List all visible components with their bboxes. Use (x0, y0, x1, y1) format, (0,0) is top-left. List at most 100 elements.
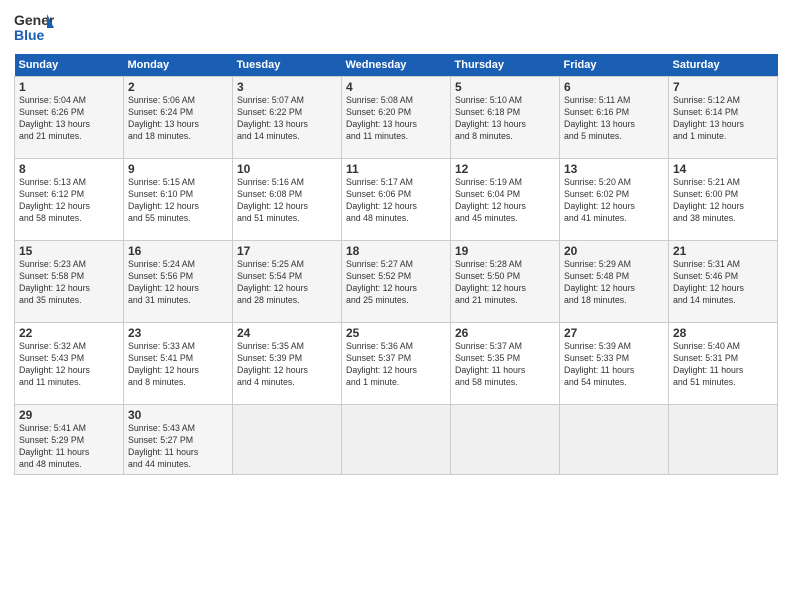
day-info: Sunrise: 5:21 AM Sunset: 6:00 PM Dayligh… (673, 177, 773, 225)
calendar-cell (669, 405, 778, 475)
day-number: 23 (128, 326, 228, 340)
day-info: Sunrise: 5:40 AM Sunset: 5:31 PM Dayligh… (673, 341, 773, 389)
day-number: 2 (128, 80, 228, 94)
calendar-cell (560, 405, 669, 475)
day-number: 25 (346, 326, 446, 340)
day-number: 13 (564, 162, 664, 176)
week-row-0: 1Sunrise: 5:04 AM Sunset: 6:26 PM Daylig… (15, 77, 778, 159)
day-number: 6 (564, 80, 664, 94)
day-info: Sunrise: 5:29 AM Sunset: 5:48 PM Dayligh… (564, 259, 664, 307)
day-number: 27 (564, 326, 664, 340)
calendar-cell: 2Sunrise: 5:06 AM Sunset: 6:24 PM Daylig… (124, 77, 233, 159)
day-info: Sunrise: 5:35 AM Sunset: 5:39 PM Dayligh… (237, 341, 337, 389)
calendar-cell: 26Sunrise: 5:37 AM Sunset: 5:35 PM Dayli… (451, 323, 560, 405)
day-info: Sunrise: 5:16 AM Sunset: 6:08 PM Dayligh… (237, 177, 337, 225)
day-info: Sunrise: 5:07 AM Sunset: 6:22 PM Dayligh… (237, 95, 337, 143)
day-number: 11 (346, 162, 446, 176)
calendar-cell: 5Sunrise: 5:10 AM Sunset: 6:18 PM Daylig… (451, 77, 560, 159)
day-info: Sunrise: 5:20 AM Sunset: 6:02 PM Dayligh… (564, 177, 664, 225)
day-number: 7 (673, 80, 773, 94)
day-number: 26 (455, 326, 555, 340)
day-number: 9 (128, 162, 228, 176)
calendar-cell (342, 405, 451, 475)
day-info: Sunrise: 5:36 AM Sunset: 5:37 PM Dayligh… (346, 341, 446, 389)
calendar-cell: 30Sunrise: 5:43 AM Sunset: 5:27 PM Dayli… (124, 405, 233, 475)
calendar-cell: 29Sunrise: 5:41 AM Sunset: 5:29 PM Dayli… (15, 405, 124, 475)
week-row-1: 8Sunrise: 5:13 AM Sunset: 6:12 PM Daylig… (15, 159, 778, 241)
day-info: Sunrise: 5:41 AM Sunset: 5:29 PM Dayligh… (19, 423, 119, 471)
day-info: Sunrise: 5:17 AM Sunset: 6:06 PM Dayligh… (346, 177, 446, 225)
calendar-cell: 27Sunrise: 5:39 AM Sunset: 5:33 PM Dayli… (560, 323, 669, 405)
day-info: Sunrise: 5:04 AM Sunset: 6:26 PM Dayligh… (19, 95, 119, 143)
day-number: 5 (455, 80, 555, 94)
day-number: 12 (455, 162, 555, 176)
day-info: Sunrise: 5:28 AM Sunset: 5:50 PM Dayligh… (455, 259, 555, 307)
day-number: 22 (19, 326, 119, 340)
calendar-cell: 25Sunrise: 5:36 AM Sunset: 5:37 PM Dayli… (342, 323, 451, 405)
day-number: 4 (346, 80, 446, 94)
day-info: Sunrise: 5:19 AM Sunset: 6:04 PM Dayligh… (455, 177, 555, 225)
day-info: Sunrise: 5:23 AM Sunset: 5:58 PM Dayligh… (19, 259, 119, 307)
day-number: 19 (455, 244, 555, 258)
svg-text:Blue: Blue (14, 27, 45, 43)
day-number: 28 (673, 326, 773, 340)
calendar-cell: 23Sunrise: 5:33 AM Sunset: 5:41 PM Dayli… (124, 323, 233, 405)
calendar-cell: 14Sunrise: 5:21 AM Sunset: 6:00 PM Dayli… (669, 159, 778, 241)
col-header-saturday: Saturday (669, 54, 778, 77)
day-number: 21 (673, 244, 773, 258)
day-info: Sunrise: 5:39 AM Sunset: 5:33 PM Dayligh… (564, 341, 664, 389)
day-info: Sunrise: 5:13 AM Sunset: 6:12 PM Dayligh… (19, 177, 119, 225)
calendar-cell: 20Sunrise: 5:29 AM Sunset: 5:48 PM Dayli… (560, 241, 669, 323)
calendar-cell (451, 405, 560, 475)
header: GeneralBlue (14, 10, 778, 46)
col-header-friday: Friday (560, 54, 669, 77)
calendar-cell: 17Sunrise: 5:25 AM Sunset: 5:54 PM Dayli… (233, 241, 342, 323)
calendar-cell: 4Sunrise: 5:08 AM Sunset: 6:20 PM Daylig… (342, 77, 451, 159)
calendar-cell: 8Sunrise: 5:13 AM Sunset: 6:12 PM Daylig… (15, 159, 124, 241)
day-info: Sunrise: 5:11 AM Sunset: 6:16 PM Dayligh… (564, 95, 664, 143)
calendar-cell: 12Sunrise: 5:19 AM Sunset: 6:04 PM Dayli… (451, 159, 560, 241)
calendar-cell: 9Sunrise: 5:15 AM Sunset: 6:10 PM Daylig… (124, 159, 233, 241)
day-number: 8 (19, 162, 119, 176)
day-info: Sunrise: 5:24 AM Sunset: 5:56 PM Dayligh… (128, 259, 228, 307)
calendar-cell: 11Sunrise: 5:17 AM Sunset: 6:06 PM Dayli… (342, 159, 451, 241)
col-header-sunday: Sunday (15, 54, 124, 77)
day-info: Sunrise: 5:33 AM Sunset: 5:41 PM Dayligh… (128, 341, 228, 389)
col-header-wednesday: Wednesday (342, 54, 451, 77)
day-info: Sunrise: 5:27 AM Sunset: 5:52 PM Dayligh… (346, 259, 446, 307)
calendar-cell: 7Sunrise: 5:12 AM Sunset: 6:14 PM Daylig… (669, 77, 778, 159)
day-number: 30 (128, 408, 228, 422)
day-info: Sunrise: 5:31 AM Sunset: 5:46 PM Dayligh… (673, 259, 773, 307)
calendar-cell: 22Sunrise: 5:32 AM Sunset: 5:43 PM Dayli… (15, 323, 124, 405)
calendar-cell: 15Sunrise: 5:23 AM Sunset: 5:58 PM Dayli… (15, 241, 124, 323)
calendar-table: SundayMondayTuesdayWednesdayThursdayFrid… (14, 54, 778, 475)
week-row-4: 29Sunrise: 5:41 AM Sunset: 5:29 PM Dayli… (15, 405, 778, 475)
col-header-monday: Monday (124, 54, 233, 77)
day-info: Sunrise: 5:10 AM Sunset: 6:18 PM Dayligh… (455, 95, 555, 143)
col-header-tuesday: Tuesday (233, 54, 342, 77)
week-row-2: 15Sunrise: 5:23 AM Sunset: 5:58 PM Dayli… (15, 241, 778, 323)
calendar-cell: 21Sunrise: 5:31 AM Sunset: 5:46 PM Dayli… (669, 241, 778, 323)
day-info: Sunrise: 5:15 AM Sunset: 6:10 PM Dayligh… (128, 177, 228, 225)
calendar-cell: 6Sunrise: 5:11 AM Sunset: 6:16 PM Daylig… (560, 77, 669, 159)
calendar-cell: 24Sunrise: 5:35 AM Sunset: 5:39 PM Dayli… (233, 323, 342, 405)
calendar-cell: 3Sunrise: 5:07 AM Sunset: 6:22 PM Daylig… (233, 77, 342, 159)
calendar-cell: 28Sunrise: 5:40 AM Sunset: 5:31 PM Dayli… (669, 323, 778, 405)
day-number: 20 (564, 244, 664, 258)
day-number: 1 (19, 80, 119, 94)
page: GeneralBlue SundayMondayTuesdayWednesday… (0, 0, 792, 483)
day-info: Sunrise: 5:37 AM Sunset: 5:35 PM Dayligh… (455, 341, 555, 389)
day-number: 14 (673, 162, 773, 176)
day-info: Sunrise: 5:12 AM Sunset: 6:14 PM Dayligh… (673, 95, 773, 143)
day-number: 3 (237, 80, 337, 94)
day-number: 16 (128, 244, 228, 258)
day-number: 29 (19, 408, 119, 422)
day-info: Sunrise: 5:43 AM Sunset: 5:27 PM Dayligh… (128, 423, 228, 471)
calendar-cell: 16Sunrise: 5:24 AM Sunset: 5:56 PM Dayli… (124, 241, 233, 323)
calendar-cell: 19Sunrise: 5:28 AM Sunset: 5:50 PM Dayli… (451, 241, 560, 323)
week-row-3: 22Sunrise: 5:32 AM Sunset: 5:43 PM Dayli… (15, 323, 778, 405)
day-number: 15 (19, 244, 119, 258)
calendar-cell (233, 405, 342, 475)
day-info: Sunrise: 5:25 AM Sunset: 5:54 PM Dayligh… (237, 259, 337, 307)
logo-svg: GeneralBlue (14, 10, 54, 46)
